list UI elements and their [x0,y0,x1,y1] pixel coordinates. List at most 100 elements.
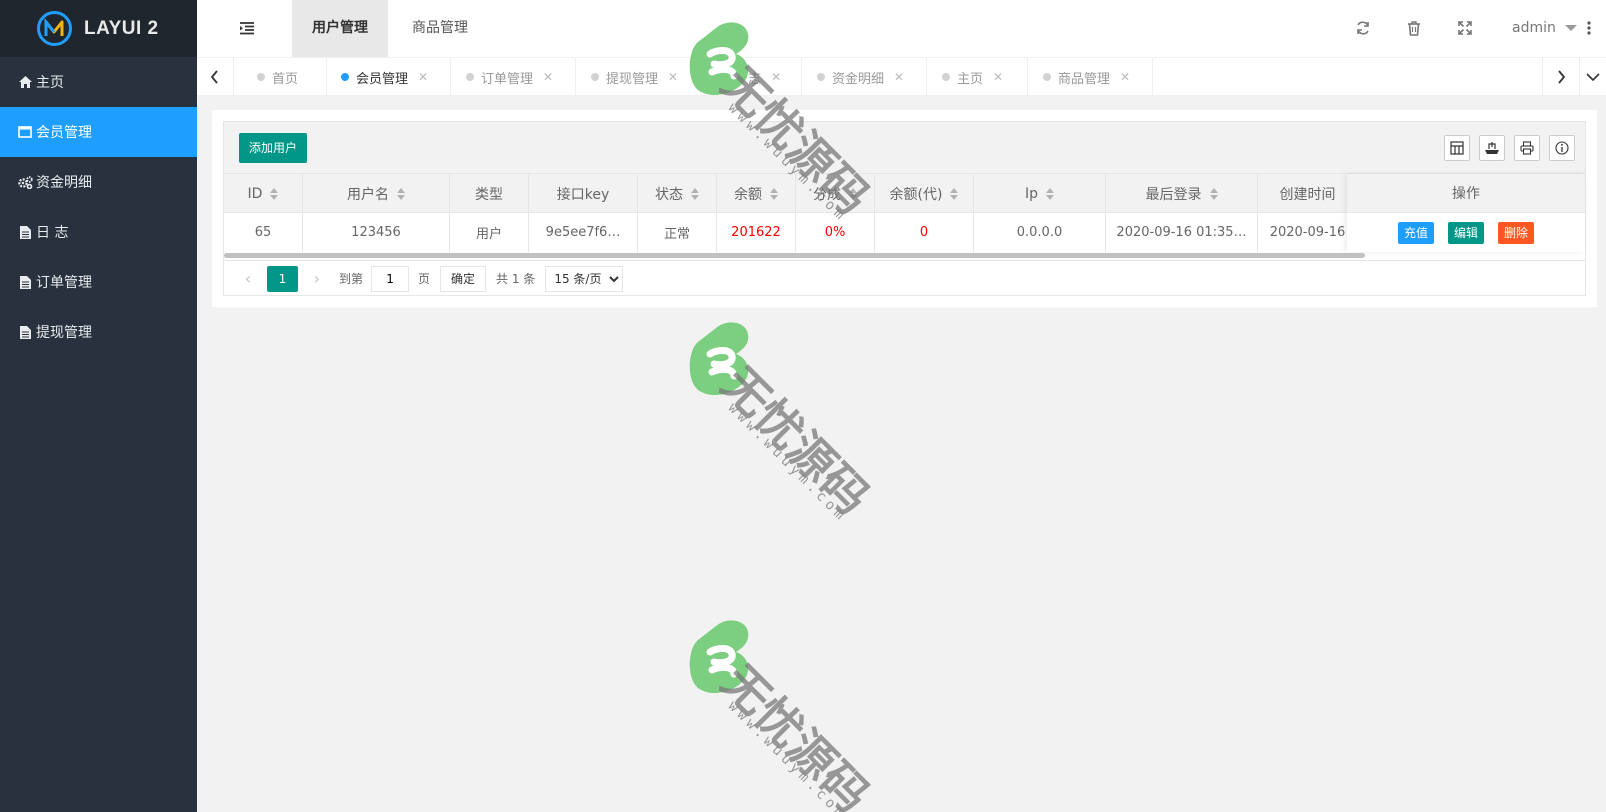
close-icon[interactable]: ✕ [668,70,678,84]
total-count: 共 1 条 [496,272,536,286]
trash-icon[interactable] [1406,20,1422,36]
watermark-text: 无忧源码 [711,356,880,525]
cell-ip: 0.0.0.0 [974,213,1106,252]
current-page[interactable]: 1 [267,265,298,292]
cell-id: 65 [224,213,303,252]
watermark-logo-icon [689,322,749,396]
close-icon[interactable]: ✕ [771,70,781,84]
close-icon[interactable]: ✕ [418,70,428,84]
close-icon[interactable]: ✕ [894,70,904,84]
column-header-status[interactable]: 状态 [638,174,717,213]
close-icon[interactable]: ✕ [543,70,553,84]
close-icon[interactable]: ✕ [993,70,1003,84]
page-tab-label: 商品管理 [1058,71,1111,87]
page-tab-home[interactable]: 首页 [234,58,327,96]
page-tab-bar: 首页 会员管理 ✕ 订单管理 ✕ 提现管理 ✕ 日 志 ✕ 资金明细 ✕ 主页 … [197,58,1606,96]
sort-icon[interactable] [691,187,699,200]
info-icon[interactable] [1549,135,1575,161]
column-header-agent-balance[interactable]: 余额(代) [875,174,974,213]
column-header-share[interactable]: 分成 [796,174,875,213]
edit-button[interactable]: 编辑 [1447,221,1484,244]
confirm-page-button[interactable]: 确定 [440,265,487,292]
pagination: ‹ 1 › 到第 页 确定 共 1 条 15 条/页 [224,260,1585,296]
sidebar-item-withdraw[interactable]: 提现管理 [0,307,197,357]
column-header-username[interactable]: 用户名 [303,174,450,213]
sort-icon[interactable] [849,187,857,200]
recharge-button[interactable]: 充值 [1397,221,1434,244]
menu-toggle-icon[interactable] [239,20,255,36]
page-number-input[interactable] [371,265,410,292]
sidebar-item-funds[interactable]: 资金明细 [0,157,197,207]
sort-icon[interactable] [950,187,959,200]
prev-page-icon[interactable]: ‹ [234,266,262,292]
delete-button[interactable]: 删除 [1498,221,1535,244]
window-icon [17,124,33,140]
gears-icon [17,174,33,190]
page-tab-orders[interactable]: 订单管理 ✕ [452,58,576,96]
page-tab-label: 资金明细 [832,71,885,87]
add-user-button[interactable]: 添加用户 [239,133,308,163]
tab-dot-icon [817,73,825,81]
sidebar-item-label: 资金明细 [36,175,92,191]
sidebar-item-orders[interactable]: 订单管理 [0,257,197,307]
close-icon[interactable]: ✕ [1120,70,1130,84]
tabs-next-button[interactable] [1542,58,1579,96]
logo[interactable]: LAYUI 2 [0,0,197,57]
cell-agent-balance: 0 [875,213,974,252]
columns-icon[interactable] [1444,135,1470,161]
tabs-prev-button[interactable] [197,58,234,96]
fullscreen-icon[interactable] [1457,20,1473,36]
cell-last-login: 2020-09-16 01:35… [1106,213,1258,252]
cell-balance: 201622 [717,213,796,252]
sidebar-item-home[interactable]: 主页 [0,57,197,107]
column-header-last-login[interactable]: 最后登录 [1106,174,1258,213]
export-icon[interactable] [1479,135,1505,161]
page-size-select[interactable]: 15 条/页 [545,265,624,292]
sidebar-item-log[interactable]: 日 志 [0,207,197,257]
page-tab-label: 日 志 [731,71,762,87]
sort-icon[interactable] [1209,187,1218,200]
chevron-down-icon [1586,73,1600,82]
layui-logo-icon [36,10,73,47]
horizontal-scrollbar[interactable] [224,253,1365,258]
page-tab-label: 主页 [957,71,984,87]
user-menu[interactable]: admin [1512,0,1578,57]
sidebar-item-members[interactable]: 会员管理 [0,107,197,157]
column-header-ip[interactable]: Ip [974,174,1106,213]
tab-dot-icon [466,73,474,81]
cell-username: 123456 [303,213,450,252]
sort-icon[interactable] [397,187,405,200]
cell-share: 0% [796,213,875,252]
content-card: 添加用户 ID 用户名 类型 接口key 状态 余额 分成 余额(代) Ip 最… [212,110,1597,307]
print-icon[interactable] [1514,135,1540,161]
page-tab-funds[interactable]: 资金明细 ✕ [803,58,927,96]
cell-type: 用户 [450,213,529,252]
page-tab-withdraw[interactable]: 提现管理 ✕ [577,58,701,96]
top-header: 用户管理 商品管理 admin [197,0,1606,57]
page-tab-label: 订单管理 [481,71,534,87]
page-tab-label: 会员管理 [356,71,409,87]
actions-column: 操作 充值 编辑 删除 [1347,174,1585,252]
more-vertical-icon[interactable] [1586,20,1592,36]
tabs-menu-button[interactable] [1579,58,1606,96]
watermark-url: www.wuuym.com [724,400,851,526]
next-page-icon[interactable]: › [303,266,331,292]
page-tab-products[interactable]: 商品管理 ✕ [1029,58,1153,96]
sort-icon[interactable] [770,187,778,200]
page-suffix: 页 [418,272,431,286]
caret-down-icon [1565,25,1578,31]
header-tab-products[interactable]: 商品管理 [392,0,488,57]
column-header-actions: 操作 [1347,174,1585,213]
tab-dot-icon [716,73,724,81]
refresh-icon[interactable] [1355,20,1371,36]
watermark-logo-icon [689,620,749,694]
column-header-balance[interactable]: 余额 [717,174,796,213]
page-tab-members[interactable]: 会员管理 ✕ [328,58,451,96]
sort-icon[interactable] [270,187,279,200]
sidebar-item-label: 会员管理 [36,125,92,141]
header-tab-users[interactable]: 用户管理 [292,0,388,57]
sort-icon[interactable] [1046,187,1054,200]
page-tab-main[interactable]: 主页 ✕ [928,58,1028,96]
column-header-id[interactable]: ID [224,174,303,213]
page-tab-log[interactable]: 日 志 ✕ [702,58,802,96]
